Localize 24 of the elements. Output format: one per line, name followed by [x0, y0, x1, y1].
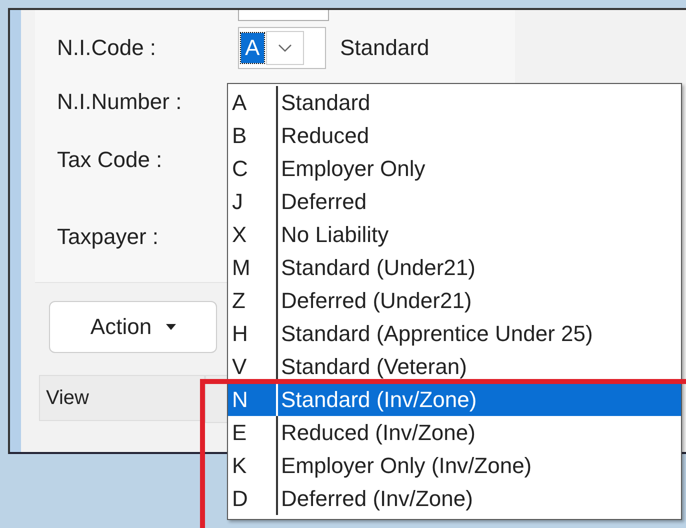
selected-code: A: [241, 32, 264, 63]
dropdown-option[interactable]: B Reduced: [228, 119, 681, 152]
dropdown-option[interactable]: M Standard (Under21): [228, 251, 681, 284]
dropdown-option[interactable]: E Reduced (Inv/Zone): [228, 416, 681, 449]
dropdown-option[interactable]: Z Deferred (Under21): [228, 284, 681, 317]
text-field[interactable]: [238, 10, 329, 21]
field-label: Tax Code :: [57, 147, 164, 174]
dropdown-option[interactable]: X No Liability: [228, 218, 681, 251]
dropdown-option[interactable]: H Standard (Apprentice Under 25): [228, 317, 681, 350]
dropdown-option[interactable]: J Deferred: [228, 185, 681, 218]
dropdown-option[interactable]: K Employer Only (Inv/Zone): [228, 449, 681, 482]
field-label: N.I.Code :: [57, 34, 158, 61]
ni-code-dropdown[interactable]: A: [238, 26, 326, 69]
field-label: Taxpayer :: [57, 224, 160, 250]
chevron-down-icon[interactable]: [266, 30, 304, 65]
dropdown-option[interactable]: D Deferred (Inv/Zone): [228, 482, 681, 515]
code-description: Standard: [340, 34, 430, 61]
view-tab[interactable]: View: [39, 375, 205, 421]
field-label: N.I.Number :: [57, 88, 183, 115]
dropdown-option[interactable]: C Employer Only: [228, 152, 681, 185]
dropdown-option[interactable]: A Standard: [228, 86, 681, 119]
caret-icon: [166, 324, 176, 330]
dropdown-option[interactable]: N Standard (Inv/Zone): [228, 383, 681, 416]
action-button[interactable]: Action: [49, 301, 217, 353]
